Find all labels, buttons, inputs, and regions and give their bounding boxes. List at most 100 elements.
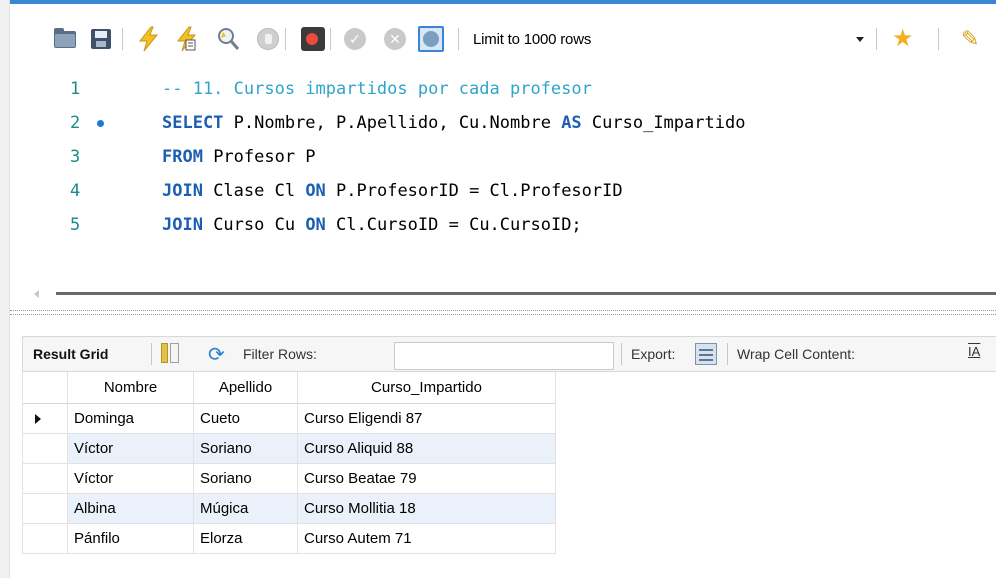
result-toolbar: Result Grid ⟳ Filter Rows: Export: Wrap … (22, 336, 996, 372)
execute-icon[interactable] (136, 26, 162, 52)
code-text: SELECT P.Nombre, P.Apellido, Cu.Nombre A… (162, 106, 745, 140)
code-text: JOIN Curso Cu ON Cl.CursoID = Cu.CursoID… (162, 208, 582, 242)
editor-line[interactable]: 4 JOIN Clase Cl ON P.ProfesorID = Cl.Prof… (10, 174, 996, 208)
table-row[interactable]: Víctor Soriano Curso Aliquid 88 (22, 434, 556, 464)
toolbar-separator (727, 343, 728, 365)
editor-line[interactable]: 3 FROM Profesor P (10, 140, 996, 174)
sql-text: Cl.CursoID = Cu.CursoID; (325, 215, 582, 235)
row-header[interactable] (22, 464, 68, 494)
line-number: 5 (70, 215, 81, 235)
sql-text: P.Nombre, P.Apellido, Cu.Nombre (223, 113, 562, 133)
rollback-icon[interactable]: ✕ (382, 26, 408, 52)
table-row[interactable]: Dominga Cueto Curso Eligendi 87 (22, 404, 556, 434)
table-cell[interactable]: Curso Eligendi 87 (298, 404, 556, 434)
sql-text: P.ProfesorID = Cl.ProfesorID (325, 181, 623, 201)
grid-header: Nombre Apellido Curso_Impartido (22, 372, 556, 404)
sql-keyword: ON (305, 215, 326, 235)
sql-keyword: SELECT (162, 113, 224, 133)
wrap-cell-label: Wrap Cell Content: (737, 346, 856, 362)
table-row[interactable]: Albina Múgica Curso Mollitia 18 (22, 494, 556, 524)
table-cell[interactable]: Dominga (68, 404, 194, 434)
table-row[interactable]: Pánfilo Elorza Curso Autem 71 (22, 524, 556, 554)
code-text: JOIN Clase Cl ON P.ProfesorID = Cl.Profe… (162, 174, 623, 208)
query-toolbar: ✓ ✕ Limit to 1000 rows ★ ✎ (10, 4, 996, 68)
table-cell[interactable]: Curso Beatae 79 (298, 464, 556, 494)
sql-keyword: FROM (162, 147, 203, 167)
sql-text: Curso Cu (202, 215, 306, 235)
limit-rows-select[interactable]: Limit to 1000 rows (473, 31, 591, 48)
code-text: -- 11. Cursos impartidos por cada profes… (162, 72, 592, 106)
table-cell[interactable]: Soriano (194, 434, 298, 464)
row-header-corner (22, 372, 68, 404)
scroll-left-icon[interactable] (34, 290, 39, 298)
grid-view-icon[interactable] (161, 343, 179, 363)
sql-editor[interactable]: 1 -- 11. Cursos impartidos por cada profe… (10, 68, 996, 280)
table-cell[interactable]: Elorza (194, 524, 298, 554)
column-header[interactable]: Nombre (68, 372, 194, 404)
beautify-icon[interactable]: ✎ (961, 26, 987, 52)
column-header[interactable]: Curso_Impartido (298, 372, 556, 404)
export-label: Export: (631, 346, 676, 362)
left-gutter-strip (0, 0, 10, 578)
wrap-cell-icon[interactable]: IA (968, 344, 980, 359)
row-header[interactable] (22, 524, 68, 554)
line-number: 3 (70, 147, 81, 167)
table-cell[interactable]: Víctor (68, 464, 194, 494)
toggle-error-icon[interactable] (300, 26, 326, 52)
toolbar-separator (122, 28, 123, 50)
filter-rows-label: Filter Rows: (243, 346, 317, 362)
toolbar-separator (151, 343, 152, 365)
table-cell[interactable]: Curso Autem 71 (298, 524, 556, 554)
line-number: 4 (70, 181, 81, 201)
table-cell[interactable]: Pánfilo (68, 524, 194, 554)
explain-icon[interactable] (215, 26, 241, 52)
table-cell[interactable]: Curso Aliquid 88 (298, 434, 556, 464)
current-row-icon (35, 414, 41, 424)
table-cell[interactable]: Albina (68, 494, 194, 524)
save-icon[interactable] (88, 26, 114, 52)
refresh-icon[interactable]: ⟳ (208, 342, 225, 367)
autocommit-icon[interactable] (418, 26, 444, 52)
add-snippet-icon[interactable]: ★ (892, 26, 918, 52)
panel-splitter[interactable] (10, 310, 996, 315)
filter-rows-input[interactable] (394, 342, 614, 370)
toolbar-separator (621, 343, 622, 365)
toolbar-separator (876, 28, 877, 50)
line-number: 1 (70, 79, 81, 99)
export-icon[interactable] (695, 343, 717, 365)
table-cell[interactable]: Soriano (194, 464, 298, 494)
execute-current-icon[interactable] (174, 26, 200, 52)
table-cell[interactable]: Múgica (194, 494, 298, 524)
row-header[interactable] (22, 494, 68, 524)
row-header[interactable] (22, 434, 68, 464)
column-header[interactable]: Apellido (194, 372, 298, 404)
code-text: FROM Profesor P (162, 140, 316, 174)
chevron-down-icon[interactable] (856, 37, 864, 42)
table-cell[interactable]: Curso Mollitia 18 (298, 494, 556, 524)
toolbar-separator (285, 28, 286, 50)
line-number: 2 (70, 113, 81, 133)
editor-line[interactable]: 1 -- 11. Cursos impartidos por cada profe… (10, 72, 996, 106)
table-cell[interactable]: Cueto (194, 404, 298, 434)
editor-line[interactable]: 2 SELECT P.Nombre, P.Apellido, Cu.Nombre … (10, 106, 996, 140)
toolbar-separator (330, 28, 331, 50)
editor-horizontal-scrollbar[interactable] (10, 282, 996, 304)
row-header[interactable] (22, 404, 68, 434)
sql-text: Clase Cl (202, 181, 306, 201)
result-grid-tab[interactable]: Result Grid (33, 346, 108, 362)
scrollbar-thumb[interactable] (56, 292, 996, 295)
toolbar-separator (938, 28, 939, 50)
statement-marker-icon (97, 120, 104, 127)
editor-line[interactable]: 5 JOIN Curso Cu ON Cl.CursoID = Cu.CursoI… (10, 208, 996, 242)
commit-icon[interactable]: ✓ (342, 26, 368, 52)
sql-keyword: JOIN (162, 181, 203, 201)
table-cell[interactable]: Víctor (68, 434, 194, 464)
sql-keyword: AS (561, 113, 582, 133)
sql-text: Profesor P (202, 147, 316, 167)
sql-text: Curso_Impartido (581, 113, 746, 133)
sql-keyword: ON (305, 181, 326, 201)
open-folder-icon[interactable] (52, 26, 78, 52)
table-row[interactable]: Víctor Soriano Curso Beatae 79 (22, 464, 556, 494)
stop-icon[interactable] (255, 26, 281, 52)
toolbar-separator (458, 28, 459, 50)
